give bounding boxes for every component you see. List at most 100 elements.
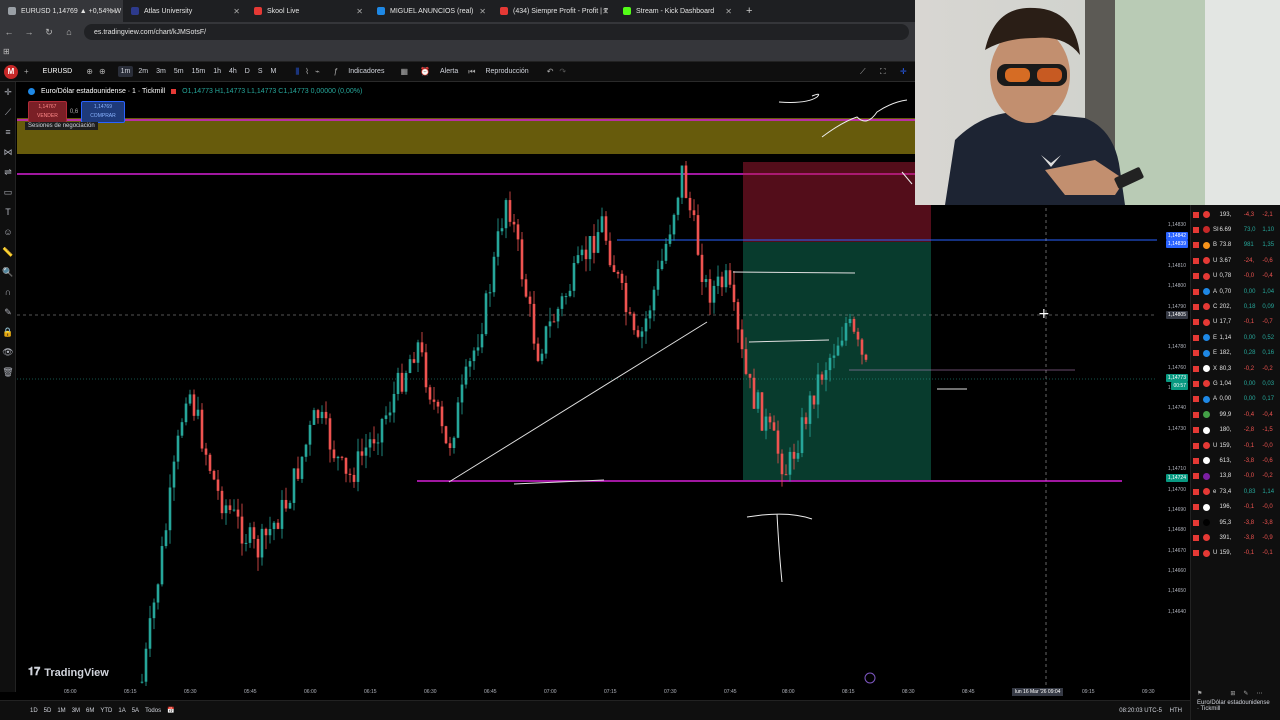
timeframe-15m[interactable]: 15m xyxy=(189,66,209,77)
timeframe-M[interactable]: M xyxy=(268,66,280,77)
fib-tool-icon[interactable]: ≡ xyxy=(0,122,16,142)
row-flag-icon[interactable] xyxy=(1193,473,1199,480)
range-1d[interactable]: 1D xyxy=(30,708,38,714)
zoom-tool-icon[interactable]: 🔍 xyxy=(0,262,16,282)
legend-title[interactable]: Euro/Dólar estadounidense · 1 · Tickmill xyxy=(41,88,165,95)
watchlist-row[interactable]: C 202, 0,18 0,09 xyxy=(1191,299,1280,314)
row-flag-icon[interactable] xyxy=(1193,457,1199,464)
row-flag-icon[interactable] xyxy=(1193,396,1199,403)
browser-tab[interactable]: Atlas University ✕ xyxy=(123,0,246,22)
crosshair-icon[interactable]: ✛ xyxy=(900,67,907,76)
reload-icon[interactable]: ↻ xyxy=(44,27,54,38)
row-flag-icon[interactable] xyxy=(1193,303,1199,310)
user-avatar[interactable]: M xyxy=(4,64,18,79)
timeframe-S[interactable]: S xyxy=(255,66,266,77)
pattern-tool-icon[interactable]: ⋈ xyxy=(0,142,16,162)
prediction-tool-icon[interactable]: ⇌ xyxy=(0,162,16,182)
indicators-icon[interactable]: ƒ xyxy=(334,67,338,76)
alert-button[interactable]: Alerta xyxy=(436,68,462,75)
trendline-tool-icon[interactable]: ⟋ xyxy=(0,102,16,122)
close-tab-icon[interactable]: ✕ xyxy=(479,7,486,16)
row-flag-icon[interactable] xyxy=(1193,534,1199,541)
lock-icon[interactable]: 🔒 xyxy=(0,322,16,342)
flag-icon[interactable]: ⚑ xyxy=(1197,690,1202,697)
row-flag-icon[interactable] xyxy=(1193,519,1199,526)
timeframe-1m[interactable]: 1m xyxy=(117,66,134,77)
forward-icon[interactable]: → xyxy=(24,27,34,37)
url-field[interactable]: es.tradingview.com/chart/kJMSotsF/ xyxy=(84,24,909,40)
draw-line-icon[interactable]: ⟋ xyxy=(860,67,866,77)
watchlist-row[interactable]: U 159, -0,1 -0,1 xyxy=(1191,546,1280,561)
timeframe-4h[interactable]: 4h xyxy=(226,66,240,77)
watchlist-row[interactable]: G 1,04 0,00 0,03 xyxy=(1191,376,1280,391)
timeframe-D[interactable]: D xyxy=(242,66,253,77)
watchlist-row[interactable]: SI 6.69 73,0 1,10 xyxy=(1191,222,1280,237)
indicators-button[interactable]: Indicadores xyxy=(344,68,388,75)
row-flag-icon[interactable] xyxy=(1193,365,1199,372)
watchlist-row[interactable]: X 80,3 -0,2 -0,2 xyxy=(1191,361,1280,376)
timeframe-1h[interactable]: 1h xyxy=(210,66,224,77)
utc-clock[interactable]: 08:20:03 UTC-5 HTH xyxy=(1119,708,1182,714)
redo-icon[interactable]: ↷ xyxy=(559,67,566,76)
browser-tab[interactable]: EURUSD 1,14769 ▲ +0,54% W ✕ xyxy=(0,0,123,22)
buy-button[interactable]: 1,14769 COMPRAR xyxy=(81,101,125,123)
templates-icon[interactable]: ▦ xyxy=(400,67,408,76)
back-icon[interactable]: ← xyxy=(4,27,14,37)
row-flag-icon[interactable] xyxy=(1193,211,1199,218)
compare-icon[interactable]: ⊕ xyxy=(86,67,93,76)
undo-icon[interactable]: ↶ xyxy=(547,67,554,76)
row-flag-icon[interactable] xyxy=(1193,427,1199,434)
row-flag-icon[interactable] xyxy=(1193,257,1199,264)
watchlist-row[interactable]: U 0,78 -0,0 -0,4 xyxy=(1191,269,1280,284)
row-flag-icon[interactable] xyxy=(1193,319,1199,326)
range-5d[interactable]: 5D xyxy=(44,708,52,714)
shapes-tool-icon[interactable]: ▭ xyxy=(0,182,16,202)
close-tab-icon[interactable]: ✕ xyxy=(110,7,117,16)
watchlist-row[interactable]: U 3.67 -24, -0,6 xyxy=(1191,253,1280,268)
range-3m[interactable]: 3M xyxy=(72,708,80,714)
range-1m[interactable]: 1M xyxy=(57,708,65,714)
visibility-icon[interactable]: 👁 xyxy=(0,342,16,362)
row-flag-icon[interactable] xyxy=(1193,550,1199,557)
watchlist-row[interactable]: A 0,70 0,00 1,04 xyxy=(1191,284,1280,299)
timeframe-3m[interactable]: 3m xyxy=(153,66,169,77)
replay-button[interactable]: Reproducción xyxy=(481,68,532,75)
text-tool-icon[interactable]: T xyxy=(0,202,16,222)
watchlist-row[interactable]: U 17,7 -0,1 -0,7 xyxy=(1191,315,1280,330)
range-todos[interactable]: Todos xyxy=(145,708,161,714)
watchlist-row[interactable]: E 182, 0,28 0,16 xyxy=(1191,346,1280,361)
watchlist-row[interactable]: 95,3 -3,8 -3,8 xyxy=(1191,515,1280,530)
row-flag-icon[interactable] xyxy=(1193,442,1199,449)
row-flag-icon[interactable] xyxy=(1193,488,1199,495)
apps-icon[interactable]: ⊞ xyxy=(3,47,10,56)
row-flag-icon[interactable] xyxy=(1193,504,1199,511)
trash-icon[interactable]: 🗑 xyxy=(0,362,16,382)
timeframe-5m[interactable]: 5m xyxy=(171,66,187,77)
watchlist-row[interactable]: B 73.8 981 1,35 xyxy=(1191,238,1280,253)
range-6m[interactable]: 6M xyxy=(86,708,94,714)
watchlist-row[interactable]: 99,9 -0,4 -0,4 xyxy=(1191,407,1280,422)
row-flag-icon[interactable] xyxy=(1193,288,1199,295)
close-tab-icon[interactable]: ✕ xyxy=(233,7,240,16)
new-tab-button[interactable]: + xyxy=(738,5,760,17)
row-flag-icon[interactable] xyxy=(1193,380,1199,387)
watchlist-row[interactable]: 13,8 -0,0 -0,2 xyxy=(1191,469,1280,484)
range-ytd[interactable]: YTD xyxy=(100,708,112,714)
row-flag-icon[interactable] xyxy=(1193,242,1199,249)
range-5a[interactable]: 5A xyxy=(132,708,139,714)
alert-icon[interactable]: ⏰ xyxy=(420,67,430,76)
lock-drawings-icon[interactable]: ✎ xyxy=(0,302,16,322)
add-icon[interactable]: ⊕ xyxy=(99,67,106,76)
more-icon[interactable]: ⋯ xyxy=(1256,690,1262,697)
goto-date-icon[interactable]: 📅 xyxy=(167,707,174,714)
close-tab-icon[interactable]: ✕ xyxy=(356,7,363,16)
sessions-indicator-label[interactable]: Sesiones de negociación xyxy=(25,122,98,130)
browser-tab[interactable]: Stream - Kick Dashboard ✕ xyxy=(615,0,738,22)
line-type-icon[interactable]: ⌇ xyxy=(305,67,309,76)
emoji-tool-icon[interactable]: ☺ xyxy=(0,222,16,242)
watchlist-row[interactable]: E 1,14 0,00 0,52 xyxy=(1191,330,1280,345)
sell-button[interactable]: 1,14767 VENDER xyxy=(28,101,67,123)
watchlist-row[interactable]: 196, -0,1 -0,0 xyxy=(1191,500,1280,515)
symbol-search[interactable]: EURUSD xyxy=(35,66,81,77)
timeframe-2m[interactable]: 2m xyxy=(135,66,151,77)
